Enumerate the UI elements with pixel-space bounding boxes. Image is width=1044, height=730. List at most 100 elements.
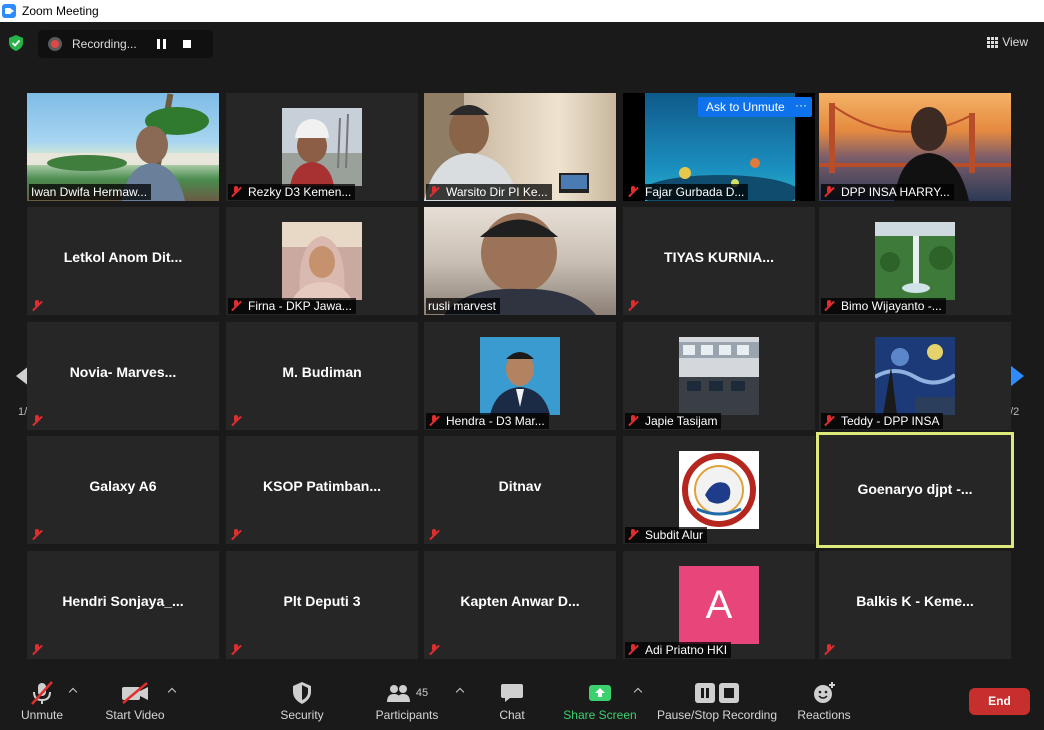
more-options-button[interactable]: ··· bbox=[790, 97, 812, 117]
encryption-shield-icon[interactable] bbox=[9, 35, 23, 51]
participant-display-name: Kapten Anwar D... bbox=[460, 593, 580, 609]
participant-tile[interactable]: Plt Deputi 3 bbox=[226, 551, 418, 659]
video-feed-ship-bridge bbox=[679, 337, 759, 415]
muted-mic-icon bbox=[428, 415, 440, 427]
participant-name-label: rusli marvest bbox=[426, 298, 501, 314]
muted-mic-icon bbox=[627, 644, 639, 656]
muted-mic-icon bbox=[230, 186, 242, 198]
muted-mic-icon bbox=[428, 644, 440, 656]
video-feed-waterfall bbox=[875, 222, 955, 300]
reactions-button[interactable]: Reactions bbox=[794, 672, 854, 730]
participant-name-label: Hendra - D3 Mar... bbox=[426, 413, 549, 429]
muted-mic-icon bbox=[31, 529, 43, 541]
participant-tile[interactable]: Rezky D3 Kemen... bbox=[226, 93, 418, 201]
muted-mic-icon bbox=[627, 415, 639, 427]
share-options-chevron-icon[interactable] bbox=[633, 686, 643, 696]
participant-tile[interactable]: Novia- Marves... bbox=[27, 322, 219, 430]
muted-microphone-icon bbox=[29, 678, 55, 708]
participant-tile[interactable]: Iwan Dwifa Hermaw... bbox=[27, 93, 219, 201]
participants-button[interactable]: 45 Participants bbox=[372, 672, 442, 730]
security-label: Security bbox=[280, 708, 324, 722]
muted-mic-icon bbox=[823, 300, 835, 312]
participant-tile[interactable]: Firna - DKP Jawa... bbox=[226, 207, 418, 315]
participants-count: 45 bbox=[415, 687, 429, 699]
participant-display-name: Goenaryo djpt -... bbox=[857, 481, 973, 497]
video-off-icon bbox=[120, 678, 150, 708]
participant-name-label: DPP INSA HARRY... bbox=[821, 184, 954, 200]
participant-tile[interactable]: Teddy - DPP INSA bbox=[819, 322, 1011, 430]
participant-name-label: Teddy - DPP INSA bbox=[821, 413, 944, 429]
stop-recording-icon[interactable] bbox=[182, 40, 191, 48]
share-screen-label: Share Screen bbox=[563, 708, 637, 722]
participant-tile[interactable]: M. Budiman bbox=[226, 322, 418, 430]
participant-name-label bbox=[228, 413, 252, 429]
participant-tile[interactable]: Ditnav bbox=[424, 436, 616, 544]
video-feed-portrait bbox=[480, 337, 560, 415]
video-feed-emblem bbox=[679, 451, 759, 529]
participant-tile[interactable]: Bimo Wijayanto -... bbox=[819, 207, 1011, 315]
muted-mic-icon bbox=[230, 644, 242, 656]
grid-view-icon bbox=[987, 36, 999, 48]
participant-name-label bbox=[29, 413, 53, 429]
participant-tile[interactable]: Subdit Alur bbox=[623, 436, 815, 544]
video-feed-hijab bbox=[282, 222, 362, 300]
recording-dot-icon bbox=[48, 37, 62, 51]
participant-tile[interactable]: rusli marvest bbox=[424, 207, 616, 315]
participant-display-name: M. Budiman bbox=[282, 364, 362, 380]
participant-tile[interactable]: TIYAS KURNIA... bbox=[623, 207, 815, 315]
audio-options-chevron-icon[interactable] bbox=[68, 686, 78, 696]
participants-icon: 45 bbox=[386, 678, 428, 708]
participant-tile[interactable]: Ask to Unmute ··· Fajar Gurbada D... bbox=[623, 93, 815, 201]
pause-stop-recording-button[interactable]: Pause/Stop Recording bbox=[656, 672, 778, 730]
participant-display-name: Hendri Sonjaya_... bbox=[62, 593, 184, 609]
participants-chevron-icon[interactable] bbox=[455, 686, 465, 696]
participant-name-label bbox=[426, 642, 450, 658]
muted-mic-icon bbox=[627, 300, 639, 312]
reactions-label: Reactions bbox=[797, 708, 851, 722]
muted-mic-icon bbox=[31, 644, 43, 656]
recording-label: Recording... bbox=[72, 37, 137, 51]
participant-name-label: Bimo Wijayanto -... bbox=[821, 298, 946, 314]
participant-tile-active-speaker[interactable]: Goenaryo djpt -... bbox=[816, 432, 1014, 548]
participants-label: Participants bbox=[375, 708, 439, 722]
end-meeting-button[interactable]: End bbox=[969, 688, 1030, 715]
participant-tile[interactable]: Galaxy A6 bbox=[27, 436, 219, 544]
participant-tile[interactable]: Hendri Sonjaya_... bbox=[27, 551, 219, 659]
participant-tile[interactable]: DPP INSA HARRY... bbox=[819, 93, 1011, 201]
muted-mic-icon bbox=[230, 529, 242, 541]
share-screen-button[interactable]: Share Screen bbox=[562, 672, 638, 730]
video-feed-helmet bbox=[282, 108, 362, 186]
unmute-button[interactable]: Unmute bbox=[16, 672, 68, 730]
participant-display-name: Plt Deputi 3 bbox=[283, 593, 361, 609]
muted-mic-icon bbox=[823, 644, 835, 656]
window-title: Zoom Meeting bbox=[22, 4, 99, 18]
participant-tile[interactable]: Balkis K - Keme... bbox=[819, 551, 1011, 659]
participant-tile[interactable]: Japie Tasijam bbox=[623, 322, 815, 430]
zoom-logo-icon bbox=[2, 4, 16, 18]
participant-name-label bbox=[29, 527, 53, 543]
shield-icon bbox=[291, 678, 313, 708]
participant-name-label: Fajar Gurbada D... bbox=[625, 184, 749, 200]
participant-display-name: Galaxy A6 bbox=[89, 478, 157, 494]
participant-tile[interactable]: Hendra - D3 Mar... bbox=[424, 322, 616, 430]
start-video-button[interactable]: Start Video bbox=[103, 672, 167, 730]
chat-button[interactable]: Chat bbox=[492, 672, 532, 730]
participant-name-label bbox=[426, 527, 450, 543]
security-button[interactable]: Security bbox=[276, 672, 328, 730]
muted-mic-icon bbox=[823, 186, 835, 198]
participant-tile[interactable]: A Adi Priatno HKI bbox=[623, 551, 815, 659]
chat-label: Chat bbox=[499, 708, 525, 722]
ask-to-unmute-button[interactable]: Ask to Unmute bbox=[698, 97, 793, 117]
participant-tile[interactable]: Letkol Anom Dit... bbox=[27, 207, 219, 315]
participant-name-label bbox=[29, 298, 53, 314]
view-label: View bbox=[1002, 35, 1028, 49]
muted-mic-icon bbox=[31, 300, 43, 312]
pause-recording-icon[interactable] bbox=[156, 39, 167, 49]
video-options-chevron-icon[interactable] bbox=[167, 686, 177, 696]
view-button[interactable]: View bbox=[987, 35, 1028, 49]
meeting-area: Recording... View 1/2 1/2 Iwan Dwifa Her… bbox=[0, 22, 1044, 730]
participant-tile[interactable]: Kapten Anwar D... bbox=[424, 551, 616, 659]
participant-tile[interactable]: Warsito Dir PI Ke... bbox=[424, 93, 616, 201]
participant-tile[interactable]: KSOP Patimban... bbox=[226, 436, 418, 544]
participant-display-name: Letkol Anom Dit... bbox=[63, 249, 183, 265]
